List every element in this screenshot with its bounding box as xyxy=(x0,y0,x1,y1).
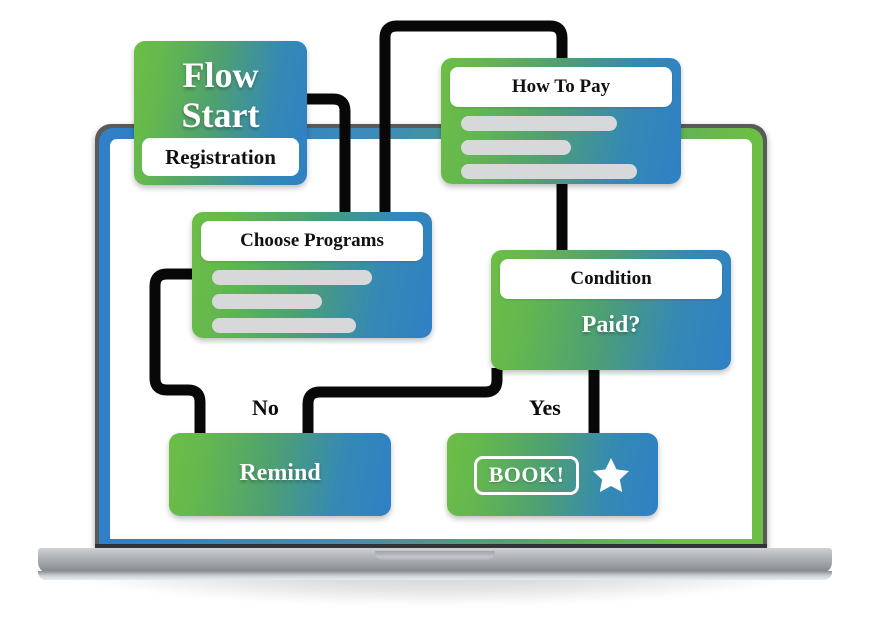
how-to-pay-title: How To Pay xyxy=(450,67,672,107)
placeholder-bar xyxy=(212,318,356,333)
edge-label-yes: Yes xyxy=(529,395,561,420)
flow-start-line1: Flow xyxy=(182,55,259,95)
node-remind[interactable]: Remind xyxy=(169,433,391,516)
laptop-base-notch xyxy=(375,551,495,560)
choose-programs-title: Choose Programs xyxy=(201,221,423,261)
node-how-to-pay[interactable]: How To Pay xyxy=(441,58,681,184)
node-choose-programs[interactable]: Choose Programs xyxy=(192,212,432,338)
laptop-base-front-edge xyxy=(38,571,832,580)
connector-lines xyxy=(149,20,600,435)
star-icon xyxy=(593,458,630,492)
flow-start-subtitle[interactable]: Registration xyxy=(142,138,299,176)
flow-start-heading: Flow Start xyxy=(134,55,307,135)
placeholder-bar xyxy=(461,140,571,155)
remind-label: Remind xyxy=(239,460,321,486)
flow-start-line2: Start xyxy=(181,95,260,135)
how-to-pay-placeholder-bars xyxy=(461,116,661,188)
condition-title: Condition xyxy=(500,259,722,299)
node-book[interactable]: BOOK! xyxy=(447,433,658,516)
edge-flowstart-to-chooseprograms xyxy=(307,93,351,214)
node-condition[interactable]: Condition Paid? xyxy=(491,250,731,370)
diagram-canvas: Flow Start Registration How To Pay Choos… xyxy=(0,0,870,625)
placeholder-bar xyxy=(461,116,617,131)
placeholder-bar xyxy=(212,294,322,309)
edge-label-no: No xyxy=(252,395,279,420)
edge-condition-no-to-remind xyxy=(302,368,503,435)
node-flow-start[interactable]: Flow Start Registration xyxy=(134,41,307,185)
condition-value: Paid? xyxy=(581,312,641,338)
book-content-row: BOOK! xyxy=(447,455,658,495)
placeholder-bar xyxy=(212,270,372,285)
choose-programs-placeholder-bars xyxy=(212,270,412,342)
book-button[interactable]: BOOK! xyxy=(473,455,580,495)
placeholder-bar xyxy=(461,164,637,179)
